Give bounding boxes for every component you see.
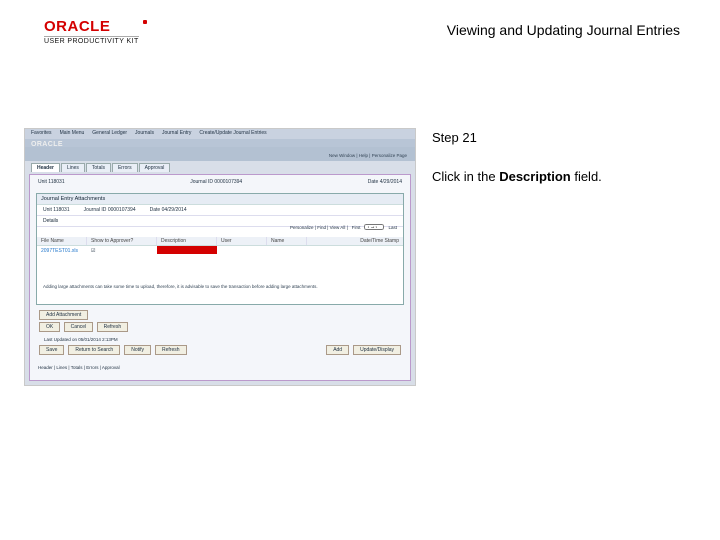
upk-subtitle: USER PRODUCTIVITY KIT — [44, 36, 139, 45]
col-file-name: File Name — [37, 237, 87, 245]
tab-bar: Header Lines Totals Errors Approval — [31, 163, 170, 172]
step-text-bold: Description — [499, 169, 571, 184]
oracle-upk-logo: ORACLE USER PRODUCTIVITY KIT — [44, 18, 139, 45]
modal-jid-label: Journal ID — [84, 207, 107, 213]
breadcrumb-item[interactable]: Journal Entry — [162, 130, 191, 138]
grid-range[interactable] — [364, 224, 384, 230]
step-text-post: field. — [571, 169, 602, 184]
col-name: Name — [267, 237, 307, 245]
unit-label: Unit — [38, 179, 47, 185]
modal-title: Journal Entry Attachments — [37, 194, 403, 205]
modal-date-value: 04/29/2014 — [162, 207, 187, 213]
grid-toolbar: Personalize | Find | View All | First La… — [290, 224, 397, 230]
last-updated-value: 05/01/2014 2:13PM — [78, 337, 117, 342]
col-description: Description — [157, 237, 217, 245]
notify-button[interactable]: Notify — [124, 345, 151, 355]
tab-approval[interactable]: Approval — [139, 163, 171, 172]
breadcrumb-item[interactable]: Main Menu — [60, 130, 85, 138]
breadcrumb-item[interactable]: Journals — [135, 130, 154, 138]
date-label: Date — [368, 179, 379, 185]
breadcrumb-item[interactable]: Favorites — [31, 130, 52, 138]
add-attachment-button[interactable]: Add Attachment — [39, 310, 88, 320]
journal-id-label: Journal ID — [190, 179, 213, 185]
add-button[interactable]: Add — [326, 345, 349, 355]
footer-links[interactable]: Header | Lines | Totals | Errors | Appro… — [38, 365, 120, 370]
unit-value: 118031 — [48, 179, 64, 185]
file-link[interactable]: 2097TEST01.xls — [37, 246, 87, 256]
modal-unit-value: 118031 — [53, 207, 69, 213]
show-approver-checkbox[interactable]: ☑ — [87, 246, 157, 256]
modal-jid-value: 0000107394 — [108, 207, 136, 213]
date-value: 4/29/2014 — [380, 179, 402, 185]
app-logo: ORACLE — [31, 141, 63, 148]
breadcrumb-item[interactable]: Create/Update Journal Entries — [199, 130, 266, 138]
step-text-pre: Click in the — [432, 169, 499, 184]
tab-header[interactable]: Header — [31, 163, 60, 172]
col-user: User — [217, 237, 267, 245]
modal-date-label: Date — [150, 207, 161, 213]
last-updated-label: Last Updated on — [44, 337, 77, 342]
upload-hint: Adding large attachments can take some t… — [43, 284, 397, 290]
step-label: Step 21 — [432, 130, 680, 145]
breadcrumb-item[interactable]: General Ledger — [92, 130, 127, 138]
document-title: Viewing and Updating Journal Entries — [447, 22, 680, 38]
return-search-button[interactable]: Return to Search — [68, 345, 120, 355]
refresh-button[interactable]: Refresh — [97, 322, 129, 332]
grid-header: File Name Show to Approver? Description … — [37, 237, 403, 246]
grid-personalize-links[interactable]: Personalize | Find | View All | — [290, 225, 348, 230]
grid-row: 2097TEST01.xls ☑ — [37, 246, 403, 256]
col-show-approver: Show to Approver? — [87, 237, 157, 245]
breadcrumb: Favorites Main Menu General Ledger Journ… — [25, 129, 415, 139]
grid-last[interactable]: Last — [388, 225, 397, 230]
page-refresh-button[interactable]: Refresh — [155, 345, 187, 355]
grid-first[interactable]: First — [352, 225, 361, 230]
modal-unit-label: Unit — [43, 207, 52, 213]
tab-lines[interactable]: Lines — [61, 163, 85, 172]
save-button[interactable]: Save — [39, 345, 64, 355]
ok-button[interactable]: OK — [39, 322, 60, 332]
oracle-wordmark: ORACLE — [44, 18, 139, 35]
cancel-button[interactable]: Cancel — [64, 322, 94, 332]
description-field[interactable] — [157, 246, 217, 254]
journal-id-value: 0000107394 — [214, 179, 242, 185]
update-display-button[interactable]: Update/Display — [353, 345, 401, 355]
instruction-pane: Step 21 Click in the Description field. — [432, 128, 680, 184]
window-links[interactable]: New Window | Help | Personalize Page — [329, 153, 407, 158]
col-datetime: Date/Time Stamp — [307, 237, 403, 245]
step-text: Click in the Description field. — [432, 169, 680, 184]
attachments-modal: Journal Entry Attachments Unit 118031 Jo… — [36, 193, 404, 305]
tab-totals[interactable]: Totals — [86, 163, 111, 172]
tab-errors[interactable]: Errors — [112, 163, 138, 172]
main-panel: Unit 118031 Journal ID 0000107394 Date 4… — [29, 174, 411, 381]
app-screenshot: Favorites Main Menu General Ledger Journ… — [24, 128, 416, 386]
